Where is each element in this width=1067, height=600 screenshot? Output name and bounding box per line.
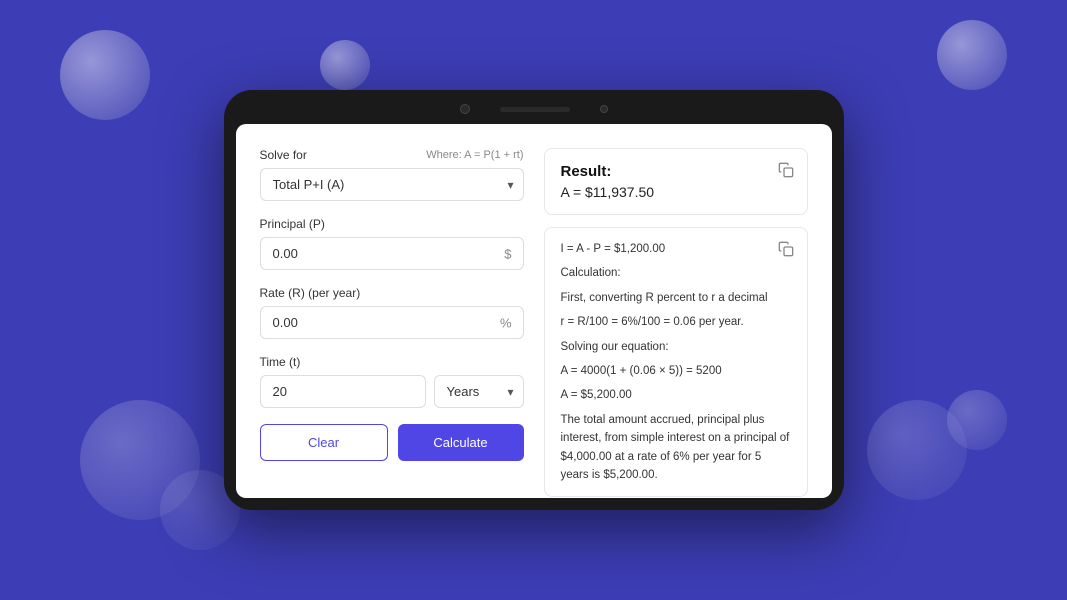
principal-input[interactable] xyxy=(260,237,524,270)
solve-for-select[interactable]: Total P+I (A) Principal (P) Rate (R) Tim… xyxy=(260,168,524,201)
result-value: A = $11,937.50 xyxy=(561,184,791,200)
solve-for-header: Solve for Where: A = P(1 + rt) xyxy=(260,148,524,162)
tablet-top-bar xyxy=(236,104,832,114)
detail-card: I = A - P = $1,200.00 Calculation: First… xyxy=(544,227,808,497)
right-panel: Result: A = $11,937.50 xyxy=(544,148,808,474)
time-unit-select-wrapper: Years Months Days ▾ xyxy=(434,375,524,408)
rate-group: Rate (R) (per year) % xyxy=(260,286,524,339)
detail-line-2: Calculation: xyxy=(561,264,791,282)
solve-for-group: Solve for Where: A = P(1 + rt) Total P+I… xyxy=(260,148,524,201)
time-label: Time (t) xyxy=(260,355,524,369)
copy-detail-icon[interactable] xyxy=(777,240,795,258)
time-group: Time (t) Years Months Days ▾ xyxy=(260,355,524,408)
detail-line-8: A = $5,200.00 xyxy=(561,386,791,404)
rate-label: Rate (R) (per year) xyxy=(260,286,524,300)
time-unit-select[interactable]: Years Months Days xyxy=(434,375,524,408)
solve-for-label: Solve for xyxy=(260,148,307,162)
detail-text: I = A - P = $1,200.00 Calculation: First… xyxy=(561,240,791,484)
solve-for-select-wrapper: Total P+I (A) Principal (P) Rate (R) Tim… xyxy=(260,168,524,201)
detail-line-6: Solving our equation: xyxy=(561,338,791,356)
principal-group: Principal (P) $ xyxy=(260,217,524,270)
left-panel: Solve for Where: A = P(1 + rt) Total P+I… xyxy=(260,148,524,474)
detail-line-7: A = 4000(1 + (0.06 × 5)) = 5200 xyxy=(561,362,791,380)
clear-button[interactable]: Clear xyxy=(260,424,388,461)
detail-line-10: The total amount accrued, principal plus… xyxy=(561,411,791,485)
bg-circle-1 xyxy=(60,30,150,120)
tablet-frame: Solve for Where: A = P(1 + rt) Total P+I… xyxy=(224,90,844,510)
principal-input-wrapper: $ xyxy=(260,237,524,270)
detail-line-3: First, converting R percent to r a decim… xyxy=(561,289,791,307)
principal-label: Principal (P) xyxy=(260,217,524,231)
result-card: Result: A = $11,937.50 xyxy=(544,148,808,215)
tablet-speaker xyxy=(500,107,570,112)
tablet-mic xyxy=(600,105,608,113)
rate-input-wrapper: % xyxy=(260,306,524,339)
time-row: Years Months Days ▾ xyxy=(260,375,524,408)
calculate-button[interactable]: Calculate xyxy=(398,424,524,461)
bg-circle-7 xyxy=(947,390,1007,450)
app-content: Solve for Where: A = P(1 + rt) Total P+I… xyxy=(236,124,832,498)
tablet-camera xyxy=(460,104,470,114)
time-input-wrapper xyxy=(260,375,426,408)
button-row: Clear Calculate xyxy=(260,424,524,461)
formula-hint: Where: A = P(1 + rt) xyxy=(426,149,523,161)
result-title: Result: xyxy=(561,163,791,180)
tablet-screen: Solve for Where: A = P(1 + rt) Total P+I… xyxy=(236,124,832,498)
bg-circle-3 xyxy=(937,20,1007,90)
detail-line-4: r = R/100 = 6%/100 = 0.06 per year. xyxy=(561,313,791,331)
rate-input[interactable] xyxy=(260,306,524,339)
copy-result-icon[interactable] xyxy=(777,161,795,179)
detail-line-1: I = A - P = $1,200.00 xyxy=(561,240,791,258)
time-input[interactable] xyxy=(260,375,426,408)
bg-circle-2 xyxy=(320,40,370,90)
